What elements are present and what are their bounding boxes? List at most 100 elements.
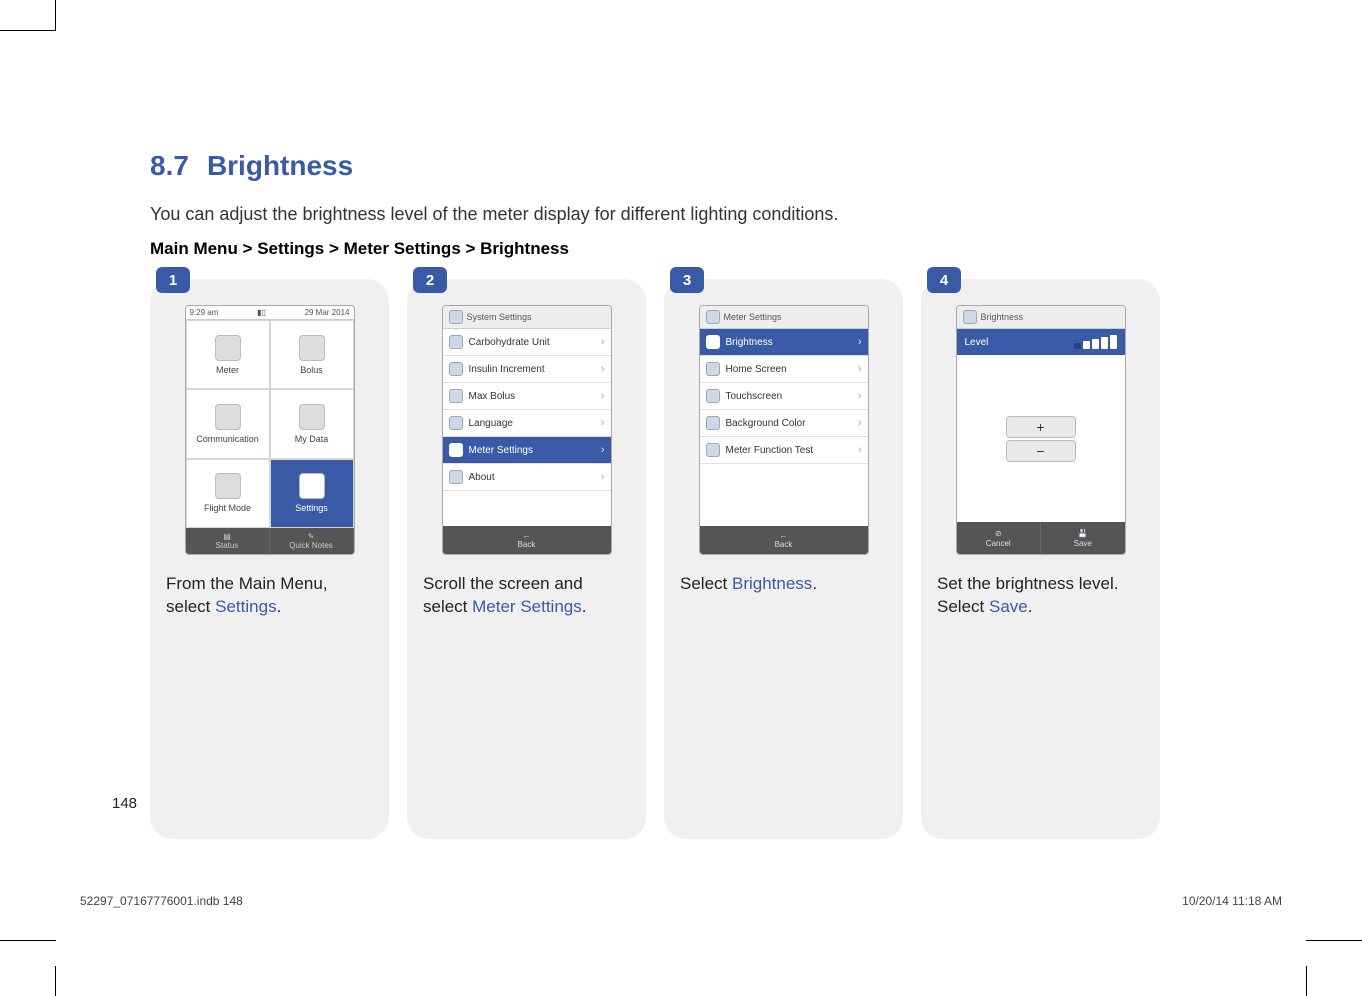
row-insulin-increment[interactable]: Insulin Increment › xyxy=(443,356,611,383)
footer-timestamp: 10/20/14 11:18 AM xyxy=(1182,894,1282,908)
row-label: Home Screen xyxy=(726,364,787,375)
row-label: Meter Function Test xyxy=(726,445,814,456)
back-button[interactable]: ←Back xyxy=(700,526,868,554)
caption-text: . xyxy=(812,574,817,593)
settings-list: Brightness› Home Screen› Touchscreen› Ba… xyxy=(700,329,868,526)
step-caption: Select Brightness. xyxy=(678,573,889,596)
status-date: 29 Mar 2014 xyxy=(305,308,350,317)
screen-header: Brightness xyxy=(957,306,1125,329)
menu-item-settings[interactable]: Settings xyxy=(270,459,354,528)
meter-settings-icon xyxy=(449,443,463,457)
step-card: 2 System Settings Carbohydrate Unit› Ins… xyxy=(407,279,646,839)
menu-label: Communication xyxy=(196,434,259,444)
bar-icon xyxy=(1101,337,1108,349)
bar-icon xyxy=(1083,341,1090,349)
menu-item-meter[interactable]: Meter xyxy=(186,320,270,389)
row-max-bolus[interactable]: Max Bolus› xyxy=(443,383,611,410)
section-number: 8.7 xyxy=(150,150,189,181)
row-carbohydrate-unit[interactable]: Carbohydrate Unit › xyxy=(443,329,611,356)
row-label: About xyxy=(469,472,495,483)
device-screen-system-settings: System Settings Carbohydrate Unit› Insul… xyxy=(442,305,612,555)
arrow-left-icon: ← xyxy=(523,531,531,540)
caption-highlight: Save xyxy=(989,597,1028,616)
row-touchscreen[interactable]: Touchscreen › xyxy=(700,383,868,410)
row-label: Insulin Increment xyxy=(469,364,545,375)
crop-mark xyxy=(0,940,56,941)
step-badge: 4 xyxy=(927,267,961,293)
quick-notes-button[interactable]: ✎Quick Notes xyxy=(270,528,354,554)
status-bar: 9:29 am ▮▯ 29 Mar 2014 xyxy=(186,306,354,320)
print-footer: 52297_07167776001.indb 148 10/20/14 11:1… xyxy=(80,894,1282,908)
header-title: Brightness xyxy=(981,312,1024,322)
row-label: Background Color xyxy=(726,418,806,429)
level-label: Level xyxy=(965,337,989,348)
meter-icon xyxy=(215,335,241,361)
menu-item-my-data[interactable]: My Data xyxy=(270,389,354,458)
chevron-right-icon: › xyxy=(601,390,605,402)
touchscreen-icon xyxy=(706,389,720,403)
decrease-button[interactable]: − xyxy=(1006,440,1076,462)
chevron-right-icon: › xyxy=(601,336,605,348)
chevron-right-icon: › xyxy=(858,390,862,402)
crop-mark xyxy=(55,0,56,30)
language-icon xyxy=(449,416,463,430)
row-meter-settings[interactable]: Meter Settings› xyxy=(443,437,611,464)
caption-highlight: Meter Settings xyxy=(472,597,582,616)
chevron-right-icon: › xyxy=(601,363,605,375)
foot-label: Status xyxy=(216,541,239,550)
screen-header: Meter Settings xyxy=(700,306,868,329)
intro-text: You can adjust the brightness level of t… xyxy=(150,204,1160,225)
cancel-button[interactable]: ⊘Cancel xyxy=(957,522,1042,554)
row-meter-function-test[interactable]: Meter Function Test › xyxy=(700,437,868,464)
notes-icon: ✎ xyxy=(308,532,315,541)
menu-item-flight-mode[interactable]: Flight Mode xyxy=(186,459,270,528)
bar-icon xyxy=(1092,339,1099,349)
bottom-bar: ▤Status ✎Quick Notes xyxy=(186,528,354,554)
adjust-area: + − xyxy=(957,355,1125,522)
save-button[interactable]: 💾Save xyxy=(1041,522,1125,554)
menu-label: My Data xyxy=(295,434,329,444)
my-data-icon xyxy=(299,404,325,430)
step-card: 1 9:29 am ▮▯ 29 Mar 2014 Meter Bolus Com… xyxy=(150,279,389,839)
battery-icon: ▮▯ xyxy=(257,308,266,317)
crop-mark xyxy=(0,30,56,31)
brightness-icon xyxy=(963,310,977,324)
chevron-right-icon: › xyxy=(858,444,862,456)
row-label: Touchscreen xyxy=(726,391,783,402)
menu-item-bolus[interactable]: Bolus xyxy=(270,320,354,389)
color-icon xyxy=(706,416,720,430)
row-brightness[interactable]: Brightness› xyxy=(700,329,868,356)
flight-mode-icon xyxy=(215,473,241,499)
chevron-right-icon: › xyxy=(601,471,605,483)
test-icon xyxy=(706,443,720,457)
insulin-icon xyxy=(449,362,463,376)
menu-item-communication[interactable]: Communication xyxy=(186,389,270,458)
row-label: Language xyxy=(469,418,514,429)
caption-text: . xyxy=(1028,597,1033,616)
crop-mark xyxy=(1306,940,1362,941)
max-bolus-icon xyxy=(449,389,463,403)
row-background-color[interactable]: Background Color› xyxy=(700,410,868,437)
page-content: 8.7 Brightness You can adjust the brightn… xyxy=(150,150,1160,839)
back-button[interactable]: ←Back xyxy=(443,526,611,554)
menu-label: Flight Mode xyxy=(204,503,251,513)
increase-button[interactable]: + xyxy=(1006,416,1076,438)
row-about[interactable]: About › xyxy=(443,464,611,491)
row-language[interactable]: Language› xyxy=(443,410,611,437)
bar-icon xyxy=(1110,335,1117,349)
row-label: Carbohydrate Unit xyxy=(469,337,550,348)
save-icon: 💾 xyxy=(1078,529,1088,538)
step-card: 3 Meter Settings Brightness› Home Screen… xyxy=(664,279,903,839)
device-screen-meter-settings: Meter Settings Brightness› Home Screen› … xyxy=(699,305,869,555)
status-time: 9:29 am xyxy=(190,308,219,317)
chevron-right-icon: › xyxy=(601,444,605,456)
chevron-right-icon: › xyxy=(858,336,862,348)
row-home-screen[interactable]: Home Screen› xyxy=(700,356,868,383)
bar-icon xyxy=(1074,343,1081,349)
status-button[interactable]: ▤Status xyxy=(186,528,270,554)
foot-label: Back xyxy=(518,540,536,549)
step-caption: From the Main Menu, select Settings. xyxy=(164,573,375,619)
caption-text: . xyxy=(277,597,282,616)
page-number: 148 xyxy=(112,795,137,812)
minus-icon: − xyxy=(1036,443,1044,459)
